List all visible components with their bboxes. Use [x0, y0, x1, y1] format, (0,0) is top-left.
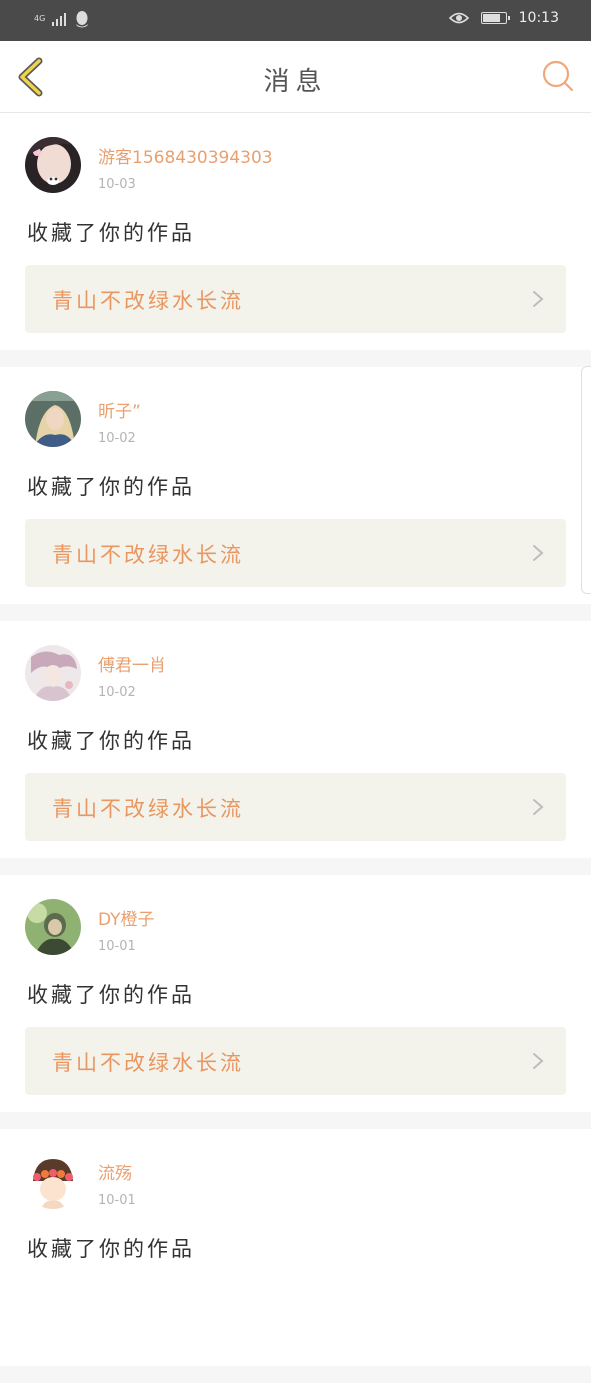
work-title: 青山不改绿水长流 [52, 289, 244, 313]
page-title: 消息 [263, 67, 328, 97]
clock: 10:13 [518, 10, 559, 26]
battery-icon [480, 12, 510, 24]
network-type: 4G [34, 14, 46, 23]
work-title: 青山不改绿水长流 [52, 543, 244, 567]
message-date: 10-01 [98, 939, 136, 954]
message-card: 昕子” 10-02 收藏了你的作品 青山不改绿水长流 [0, 367, 591, 604]
chevron-right-icon [533, 799, 544, 815]
message-action: 收藏了你的作品 [27, 475, 195, 499]
work-title: 青山不改绿水长流 [52, 797, 244, 821]
message-date: 10-02 [98, 685, 136, 700]
user-avatar[interactable] [25, 391, 81, 447]
work-link[interactable]: 青山不改绿水长流 [25, 773, 566, 841]
user-avatar[interactable] [25, 899, 81, 955]
message-card: 游客1568430394303 10-03 收藏了你的作品 青山不改绿水长流 [0, 113, 591, 350]
message-action: 收藏了你的作品 [27, 729, 195, 753]
message-card: DY橙子 10-01 收藏了你的作品 青山不改绿水长流 [0, 875, 591, 1112]
work-link[interactable]: 青山不改绿水长流 [25, 1027, 566, 1095]
status-bar: 4G 10:13 [0, 0, 591, 41]
status-left: 4G [34, 10, 90, 28]
chevron-right-icon [533, 545, 544, 561]
username[interactable]: 游客1568430394303 [98, 143, 273, 168]
work-link[interactable]: 青山不改绿水长流 [25, 519, 566, 587]
eye-comfort-icon [448, 12, 469, 24]
work-link[interactable]: 青山不改绿水长流 [25, 265, 566, 333]
message-date: 10-02 [98, 431, 136, 446]
qq-icon [76, 11, 88, 28]
work-title: 青山不改绿水长流 [52, 1051, 244, 1075]
username[interactable]: 傅君一肖 [98, 651, 166, 676]
message-card: 傅君一肖 10-02 收藏了你的作品 青山不改绿水长流 [0, 621, 591, 858]
status-right: 10:13 [448, 10, 559, 26]
chevron-right-icon [533, 1053, 544, 1069]
message-date: 10-01 [98, 1193, 136, 1208]
nav-bar: 消息 [0, 41, 591, 113]
signal-icon [52, 12, 66, 26]
battery-level [482, 14, 500, 22]
username[interactable]: 昕子” [98, 397, 141, 422]
message-action: 收藏了你的作品 [27, 1237, 195, 1261]
chevron-right-icon [533, 291, 544, 307]
username[interactable]: 流殇 [98, 1159, 132, 1184]
user-avatar[interactable] [25, 137, 81, 193]
message-date: 10-03 [98, 177, 136, 192]
message-action: 收藏了你的作品 [27, 983, 195, 1007]
message-card: 流殇 10-01 收藏了你的作品 [0, 1129, 591, 1366]
message-action: 收藏了你的作品 [27, 221, 195, 245]
user-avatar[interactable] [25, 1153, 81, 1209]
side-drawer-handle[interactable] [581, 366, 591, 594]
message-list: 游客1568430394303 10-03 收藏了你的作品 青山不改绿水长流 昕… [0, 113, 591, 1383]
user-avatar[interactable] [25, 645, 81, 701]
search-icon[interactable] [541, 59, 575, 93]
username[interactable]: DY橙子 [98, 905, 155, 930]
